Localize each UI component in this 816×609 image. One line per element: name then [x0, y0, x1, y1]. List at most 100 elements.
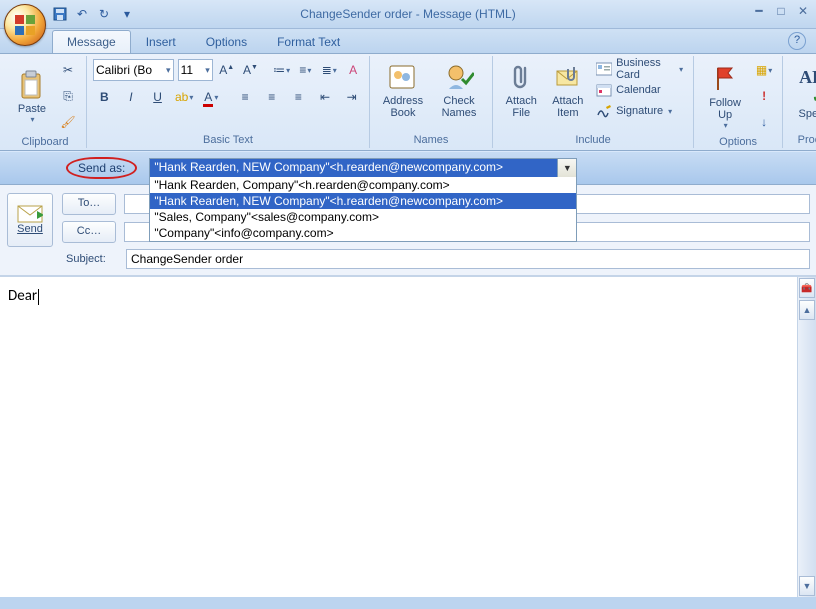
attach-file-label: Attach File [506, 95, 537, 119]
paste-button[interactable]: Paste ▾ [10, 66, 54, 127]
message-body[interactable]: Dear [0, 277, 797, 597]
high-importance-button[interactable]: ! [752, 84, 776, 108]
send-as-dropdown-button[interactable]: ▼ [557, 159, 576, 177]
save-icon[interactable] [52, 6, 68, 22]
send-as-dropdown-list: "Hank Rearden, Company"<h.rearden@compan… [149, 177, 577, 242]
chevron-down-icon: ▼ [563, 163, 572, 173]
check-names-button[interactable]: Check Names [432, 58, 486, 122]
multilevel-button[interactable]: ≣▾ [319, 58, 339, 82]
follow-up-button[interactable]: Follow Up ▾ [700, 60, 750, 133]
increase-indent-button[interactable]: ⇥ [340, 85, 363, 109]
office-button[interactable] [4, 4, 46, 46]
grow-font-button[interactable]: A▲ [217, 58, 237, 82]
calendar-label: Calendar [616, 84, 661, 96]
align-right-button[interactable]: ≡ [287, 85, 310, 109]
toolbox-icon[interactable]: 🧰 [799, 278, 815, 298]
group-clipboard: Paste ▾ ✂ ⎘ 🖌 Clipboard [4, 56, 87, 148]
bullets-icon: ≔ [273, 63, 285, 77]
redo-icon[interactable]: ↻ [96, 6, 112, 22]
calendar-button[interactable]: Calendar [592, 80, 687, 100]
send-as-option[interactable]: "Hank Rearden, Company"<h.rearden@compan… [150, 177, 576, 193]
send-as-option[interactable]: "Company"<info@company.com> [150, 225, 576, 241]
group-include: Attach File Attach Item Business Card ▾ [493, 56, 694, 148]
format-painter-button[interactable]: 🖌 [56, 110, 80, 134]
group-label-include: Include [499, 132, 687, 148]
clear-formatting-button[interactable]: A [343, 58, 363, 82]
tab-insert[interactable]: Insert [131, 30, 191, 53]
subject-label: Subject: [62, 253, 118, 265]
outdent-icon: ⇤ [320, 90, 330, 104]
body-text: Dear [8, 287, 37, 305]
scroll-down-button[interactable]: ▼ [799, 576, 815, 596]
send-as-combo[interactable]: "Hank Rearden, NEW Company"<h.rearden@ne… [149, 158, 577, 178]
scissors-icon: ✂ [63, 63, 73, 77]
font-color-button[interactable]: A▾ [200, 85, 223, 109]
copy-icon: ⎘ [63, 89, 73, 104]
cut-button[interactable]: ✂ [56, 58, 80, 82]
attach-file-button[interactable]: Attach File [499, 58, 544, 122]
maximize-button[interactable]: □ [774, 4, 788, 18]
group-label-names: Names [376, 132, 486, 148]
decrease-indent-button[interactable]: ⇤ [314, 85, 337, 109]
office-logo-icon [15, 15, 35, 35]
help-icon[interactable]: ? [788, 32, 806, 50]
permission-button[interactable]: ▦▾ [752, 58, 776, 82]
italic-button[interactable]: I [120, 85, 143, 109]
signature-icon [596, 103, 612, 119]
font-family-select[interactable]: Calibri (Bo▾ [93, 59, 174, 81]
quick-access-toolbar: ↶ ↻ ▾ [52, 6, 135, 22]
undo-icon[interactable]: ↶ [74, 6, 90, 22]
minimize-button[interactable]: ━ [752, 4, 766, 18]
vertical-scrollbar[interactable]: 🧰 ▲ ▼ [797, 277, 816, 597]
align-left-button[interactable]: ≡ [234, 85, 257, 109]
shrink-font-button[interactable]: A▼ [241, 58, 261, 82]
qat-dropdown-icon[interactable]: ▾ [118, 6, 135, 22]
underline-button[interactable]: U [146, 85, 169, 109]
chevron-down-icon: ▾ [678, 65, 683, 74]
paperclip-icon [505, 61, 537, 93]
group-basic-text: Calibri (Bo▾ 11▾ A▲ A▼ ≔▾ ≡▾ ≣▾ A B I U … [87, 56, 370, 148]
send-button[interactable]: Send [7, 193, 53, 247]
font-size-value: 11 [181, 63, 193, 77]
checkmark-icon: ✔ [812, 89, 816, 106]
check-names-icon [443, 61, 475, 93]
numbering-button[interactable]: ≡▾ [296, 58, 316, 82]
low-importance-button[interactable]: ↓ [752, 110, 776, 134]
spelling-button[interactable]: ABC ✔ Spelling ▾ [789, 58, 816, 132]
tab-message[interactable]: Message [52, 30, 131, 53]
tab-options[interactable]: Options [191, 30, 262, 53]
attach-item-icon [552, 61, 584, 93]
address-book-label: Address Book [383, 95, 423, 119]
send-as-option[interactable]: "Sales, Company"<sales@company.com> [150, 209, 576, 225]
subject-field[interactable] [126, 249, 810, 269]
business-card-label: Business Card [616, 57, 674, 81]
highlight-button[interactable]: ab▾ [173, 85, 196, 109]
cc-button[interactable]: Cc… [62, 221, 116, 243]
group-names: Address Book Check Names Names [370, 56, 493, 148]
business-card-button[interactable]: Business Card ▾ [592, 59, 687, 79]
paintbrush-icon: 🖌 [60, 115, 75, 129]
tab-format-text[interactable]: Format Text [262, 30, 355, 53]
copy-button[interactable]: ⎘ [56, 84, 80, 108]
ribbon-tabs: Message Insert Options Format Text ? [0, 29, 816, 54]
font-color-icon: A [203, 90, 213, 104]
spelling-label: Spelling [799, 108, 816, 120]
font-size-select[interactable]: 11▾ [178, 59, 213, 81]
bullets-button[interactable]: ≔▾ [272, 58, 292, 82]
numbering-icon: ≡ [299, 63, 306, 77]
scroll-track[interactable] [798, 321, 816, 575]
attach-item-button[interactable]: Attach Item [546, 58, 591, 122]
scroll-up-button[interactable]: ▲ [799, 300, 815, 320]
close-button[interactable]: ✕ [796, 4, 810, 18]
signature-button[interactable]: Signature ▾ [592, 101, 687, 121]
send-as-option[interactable]: "Hank Rearden, NEW Company"<h.rearden@ne… [150, 193, 576, 209]
align-center-button[interactable]: ≡ [261, 85, 284, 109]
check-names-label: Check Names [442, 95, 477, 119]
bold-button[interactable]: B [93, 85, 116, 109]
align-right-icon: ≡ [295, 90, 302, 104]
to-button[interactable]: To… [62, 193, 116, 215]
send-as-selected: "Hank Rearden, NEW Company"<h.rearden@ne… [150, 159, 557, 177]
address-book-button[interactable]: Address Book [376, 58, 430, 122]
shrink-font-icon: A▼ [243, 63, 258, 77]
group-label-basic-text: Basic Text [93, 132, 363, 148]
